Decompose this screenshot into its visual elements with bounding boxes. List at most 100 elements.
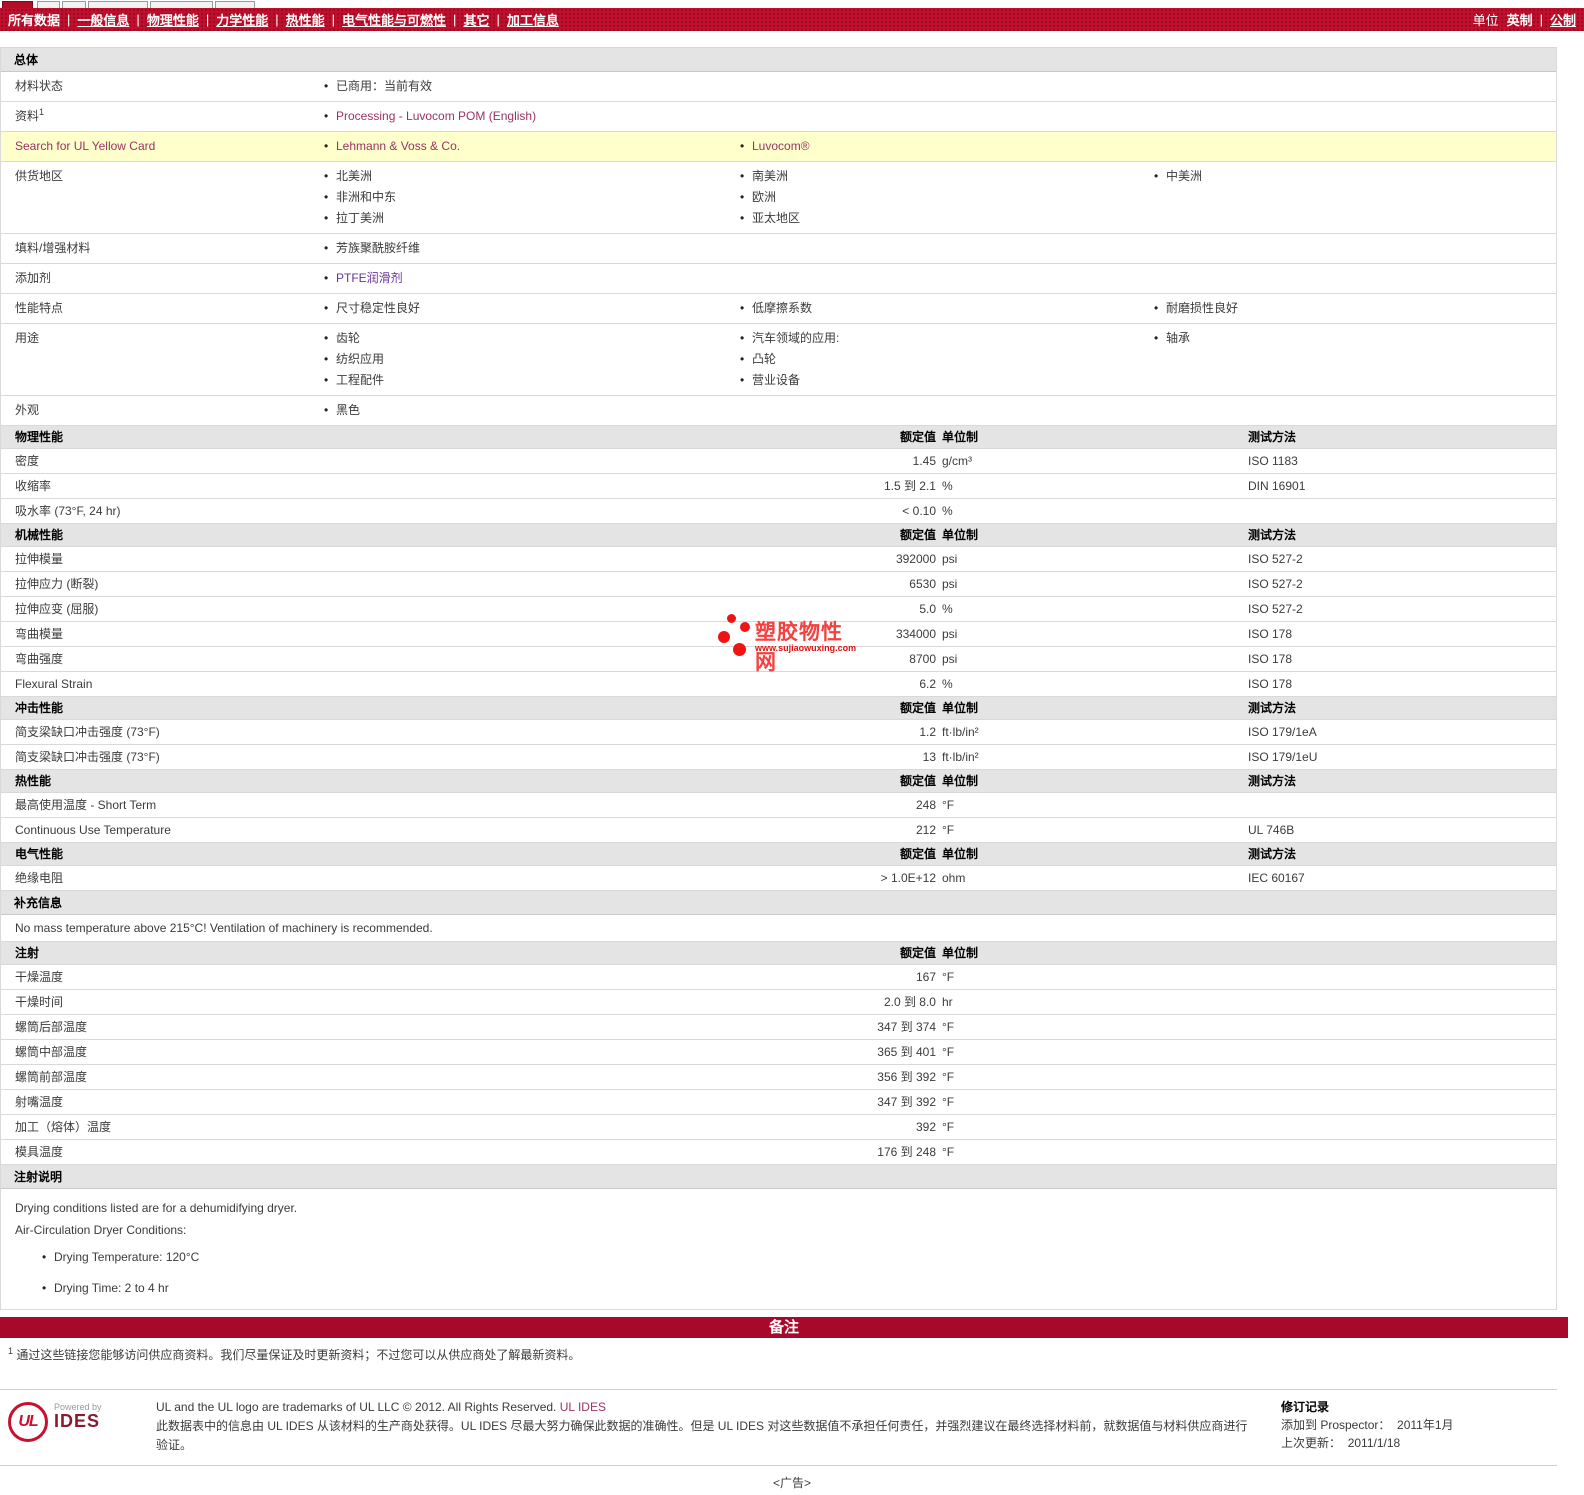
property-method: IEC 60167 — [1248, 871, 1305, 885]
property-unit: psi — [942, 627, 958, 641]
yellow-card-search-link[interactable]: Search for UL Yellow Card — [1, 136, 323, 157]
property-method: UL 746B — [1248, 823, 1295, 837]
mini-tab-5[interactable] — [150, 1, 213, 8]
mini-tab-active[interactable] — [2, 1, 33, 8]
nav-tab-mechanical[interactable]: 力学性能 — [216, 10, 268, 29]
row-value: 非洲和中东 — [323, 187, 739, 208]
mini-tab-3[interactable] — [62, 1, 86, 8]
column-header-value: 额定值 — [899, 430, 936, 444]
brand-link[interactable]: Luvocom® — [739, 136, 1153, 157]
column-header-method: 测试方法 — [1248, 430, 1297, 444]
property-value: 6530 — [909, 577, 936, 591]
property-method: ISO 178 — [1248, 627, 1293, 641]
property-unit: °F — [942, 970, 955, 984]
property-value: > 1.0E+12 — [880, 871, 936, 885]
table-row: 外观 黑色 — [1, 396, 1556, 426]
property-unit: ohm — [942, 871, 966, 885]
table-row: 螺筒前部温度 356 到 392 °F — [1, 1065, 1556, 1090]
row-value: 低摩擦系数 — [739, 298, 1153, 319]
nav-separator — [453, 12, 456, 27]
table-row: 添加剂 PTFE润滑剂 — [1, 264, 1556, 294]
property-unit: ft·lb/in² — [942, 725, 979, 739]
property-value: 1.45 — [912, 454, 936, 468]
footnote-marker: 1 — [39, 107, 45, 117]
property-label: 螺筒中部温度 — [15, 1045, 88, 1059]
property-unit: °F — [942, 1070, 955, 1084]
ul-ides-logo: UL Powered by IDES — [8, 1398, 156, 1455]
nav-tab-all-data[interactable]: 所有数据 — [8, 10, 60, 29]
table-row: 干燥温度 167 °F — [1, 965, 1556, 990]
property-method: ISO 178 — [1248, 652, 1293, 666]
row-value: 芳族聚酰胺纤维 — [323, 238, 739, 259]
nav-separator — [206, 12, 209, 27]
row-value: 中美洲 — [1153, 166, 1556, 187]
row-value: 工程配件 — [323, 370, 739, 391]
row-value: 黑色 — [323, 400, 739, 421]
column-header-unit: 单位制 — [942, 946, 979, 960]
column-header-method: 测试方法 — [1248, 774, 1297, 788]
note-bullet: Drying Time: 2 to 4 hr — [41, 1278, 1542, 1299]
table-row: 简支梁缺口冲击强度 (73°F) 1.2 ft·lb/in² ISO 179/1… — [1, 720, 1556, 745]
mini-tab-4[interactable] — [88, 1, 148, 8]
property-unit: °F — [942, 823, 955, 837]
property-unit: °F — [942, 798, 955, 812]
units-label: 单位 — [1472, 13, 1499, 28]
additive-link[interactable]: PTFE润滑剂 — [323, 268, 739, 289]
nav-tab-physical[interactable]: 物理性能 — [147, 10, 199, 29]
section-header-impact: 冲击性能 额定值 单位制 测试方法 — [1, 697, 1556, 720]
table-row: 绝缘电阻 > 1.0E+12 ohm IEC 60167 — [1, 866, 1556, 891]
property-value: 13 — [922, 750, 936, 764]
row-label: 添加剂 — [15, 271, 52, 285]
mini-tab-2[interactable] — [37, 1, 60, 8]
nav-tab-electrical-flammability[interactable]: 电气性能与可燃性 — [342, 10, 446, 29]
property-value: 347 到 392 — [877, 1095, 936, 1109]
row-label: 用途 — [15, 331, 40, 345]
row-value: 欧洲 — [739, 187, 1153, 208]
nav-tab-processing-info[interactable]: 加工信息 — [507, 10, 559, 29]
footnote-text: 通过这些链接您能够访问供应商资料。我们尽量保证及时更新资料；不过您可以从供应商处… — [16, 1348, 581, 1362]
section-header-mechanical: 机械性能 额定值 单位制 测试方法 — [1, 524, 1556, 547]
property-method: ISO 1183 — [1248, 454, 1298, 468]
property-method: ISO 527-2 — [1248, 577, 1303, 591]
unit-toggle-imperial[interactable]: 英制 — [1507, 10, 1533, 29]
table-row: 射嘴温度 347 到 392 °F — [1, 1090, 1556, 1115]
table-row: 干燥时间 2.0 到 8.0 hr — [1, 990, 1556, 1015]
note-bullet: Drying Temperature: 120°C — [41, 1247, 1542, 1268]
table-row: 用途 齿轮 纺织应用 工程配件 汽车领域的应用: 凸轮 营业设备 轴承 — [1, 324, 1556, 396]
injection-notes: Drying conditions listed are for a dehum… — [1, 1189, 1556, 1310]
unit-toggle-metric[interactable]: 公制 — [1550, 10, 1576, 29]
mini-tab-6[interactable] — [215, 1, 255, 8]
nav-separator — [332, 12, 335, 27]
property-value: 392 — [915, 1120, 936, 1134]
nav-tab-thermal[interactable]: 热性能 — [286, 10, 325, 29]
property-unit: °F — [942, 1120, 955, 1134]
property-value: 167 — [915, 970, 936, 984]
column-header-unit: 单位制 — [942, 528, 979, 542]
property-value: 212 — [915, 823, 936, 837]
property-value: 248 — [915, 798, 936, 812]
nav-tab-other[interactable]: 其它 — [463, 10, 489, 29]
literature-link[interactable]: Processing - Luvocom POM (English) — [323, 106, 739, 127]
property-value: 2.0 到 8.0 — [883, 995, 936, 1009]
nav-separator — [136, 12, 139, 27]
revision-history: 修订记录 添加到 Prospector： 2011年1月 上次更新： 2011/… — [1281, 1398, 1549, 1455]
property-label: 射嘴温度 — [15, 1095, 64, 1109]
nav-separator — [67, 12, 70, 27]
table-row: 拉伸模量 392000 psi ISO 527-2 — [1, 547, 1556, 572]
property-value: < 0.10 — [902, 504, 936, 518]
footnote: 1 通过这些链接您能够访问供应商资料。我们尽量保证及时更新资料；不过您可以从供应… — [0, 1338, 1557, 1390]
trademark-line: UL and the UL logo are trademarks of UL … — [156, 1400, 606, 1414]
top-tab-strip — [0, 0, 1584, 8]
supplier-link[interactable]: Lehmann & Voss & Co. — [323, 136, 739, 157]
table-row: 简支梁缺口冲击强度 (73°F) 13 ft·lb/in² ISO 179/1e… — [1, 745, 1556, 770]
property-unit: psi — [942, 577, 958, 591]
row-value: 纺织应用 — [323, 349, 739, 370]
property-label: 密度 — [15, 454, 40, 468]
nav-tab-general-info[interactable]: 一般信息 — [77, 10, 129, 29]
ul-ides-link[interactable]: UL IDES — [560, 1400, 606, 1414]
note-line: Drying conditions listed are for a dehum… — [15, 1201, 298, 1215]
property-value: 6.2 — [919, 677, 936, 691]
column-header-value: 额定值 — [899, 946, 936, 960]
row-label: 资料1 — [15, 107, 45, 124]
property-unit: % — [942, 602, 953, 616]
